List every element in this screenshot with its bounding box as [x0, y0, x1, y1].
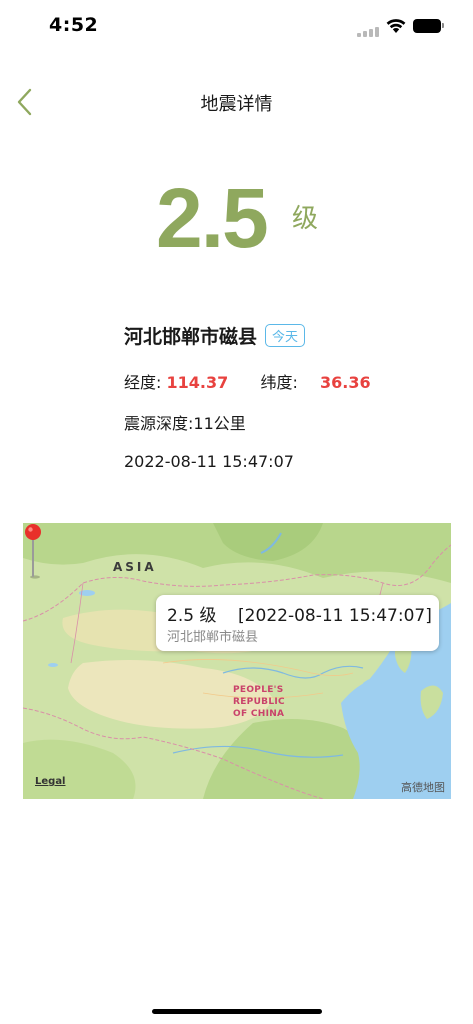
map-legal-link[interactable]: Legal — [35, 776, 66, 787]
map-pin-icon[interactable] — [23, 523, 43, 579]
map-label-china: PEOPLE'S REPUBLIC OF CHINA — [233, 685, 285, 719]
map-callout[interactable]: 2.5 级 [2022-08-11 15:47:07] 河北邯郸市磁县 — [156, 595, 439, 651]
depth-text: 震源深度:11公里 — [124, 414, 246, 433]
map-label-asia: ASIA — [113, 560, 157, 574]
longitude-value: 114.37 — [166, 373, 229, 392]
location-row: 河北邯郸市磁县 今天 — [124, 322, 306, 354]
longitude-label: 经度: — [124, 373, 162, 392]
magnitude-display: 2.5 级 — [0, 168, 473, 268]
navigation-bar: 地震详情 — [0, 78, 473, 126]
home-indicator[interactable] — [152, 1009, 322, 1014]
location-name: 河北邯郸市磁县 — [124, 326, 258, 348]
time-text: 2022-08-11 15:47:07 — [124, 452, 294, 471]
wifi-icon — [386, 19, 406, 33]
cellular-signal-icon — [357, 27, 381, 37]
map-view[interactable]: ASIA PEOPLE'S REPUBLIC OF CHINA 2.5 级 [2… — [23, 523, 451, 799]
magnitude-unit: 级 — [292, 204, 319, 234]
coordinates-row: 经度: 114.37 纬度: 36.36 — [124, 369, 371, 393]
callout-subtitle: 河北邯郸市磁县 — [167, 630, 259, 645]
callout-title: 2.5 级 [2022-08-11 15:47:07] — [167, 606, 432, 626]
map-terrain — [23, 523, 451, 799]
latitude-label: 纬度: — [260, 373, 298, 392]
status-time: 4:52 — [49, 14, 99, 36]
latitude-value: 36.36 — [320, 373, 371, 392]
status-bar: 4:52 — [0, 0, 473, 52]
battery-icon — [413, 19, 444, 33]
magnitude-value: 2.5 — [156, 171, 269, 265]
map-watermark: 高德地图 — [401, 781, 445, 794]
today-badge: 今天 — [265, 324, 306, 347]
page-title: 地震详情 — [200, 94, 273, 115]
